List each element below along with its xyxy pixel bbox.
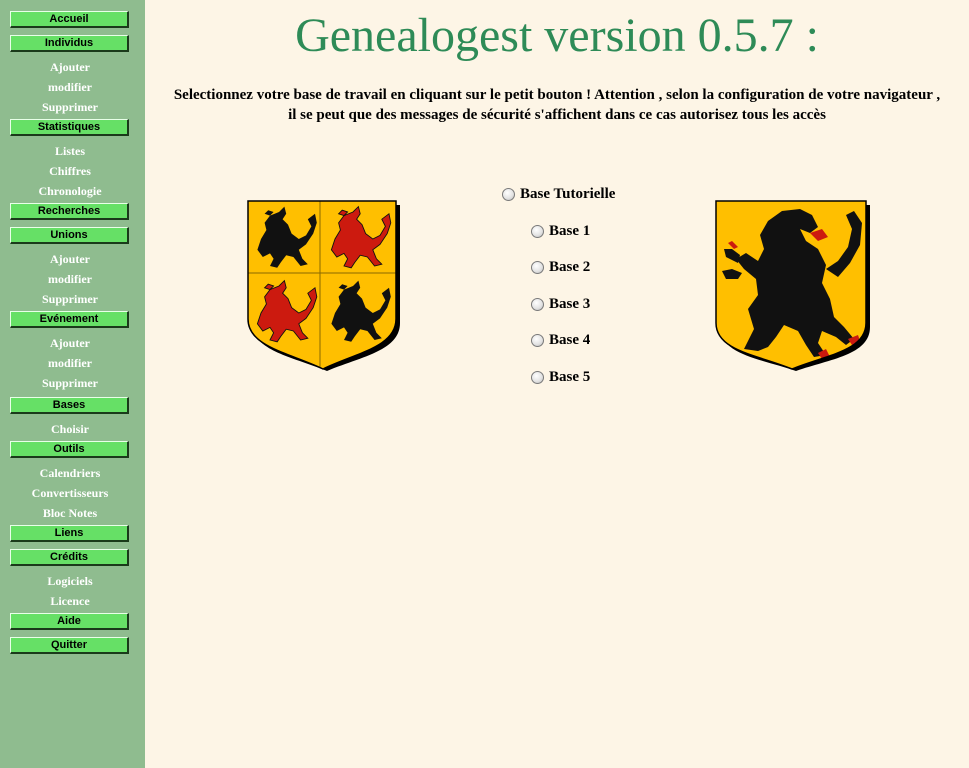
nav-link-listes[interactable]: Listes xyxy=(0,144,140,158)
nav-link-bloc-notes[interactable]: Bloc Notes xyxy=(0,506,140,520)
nav-link-unions-modifier[interactable]: modifier xyxy=(0,272,140,286)
lion-coat-of-arms-icon xyxy=(715,200,870,371)
nav-link-evenement-ajouter[interactable]: Ajouter xyxy=(0,336,140,350)
nav-link-individus-modifier[interactable]: modifier xyxy=(0,80,140,94)
nav-button-quitter[interactable]: Quitter xyxy=(10,637,129,654)
nav-link-unions-supprimer[interactable]: Supprimer xyxy=(0,292,140,306)
nav-link-evenement-supprimer[interactable]: Supprimer xyxy=(0,376,140,390)
base-option-5[interactable]: Base 5 xyxy=(531,369,590,386)
nav-button-individus[interactable]: Individus xyxy=(10,35,129,52)
nav-button-aide[interactable]: Aide xyxy=(10,613,129,630)
page-title: Genealogest version 0.5.7 : xyxy=(295,9,819,62)
base-option-label: Base 5 xyxy=(549,369,591,385)
nav-link-choisir[interactable]: Choisir xyxy=(0,422,140,436)
nav-link-licence[interactable]: Licence xyxy=(0,594,140,608)
base-option-label: Base 2 xyxy=(549,259,591,275)
nav-button-credits[interactable]: Crédits xyxy=(10,549,129,566)
base-option-label: Base Tutorielle xyxy=(520,186,616,202)
nav-link-chiffres[interactable]: Chiffres xyxy=(0,164,140,178)
radio-button-icon[interactable] xyxy=(502,188,515,201)
nav-link-unions-ajouter[interactable]: Ajouter xyxy=(0,252,140,266)
base-option-1[interactable]: Base 1 xyxy=(531,223,590,240)
radio-button-icon[interactable] xyxy=(531,334,544,347)
nav-button-statistiques[interactable]: Statistiques xyxy=(10,119,129,136)
base-option-label: Base 3 xyxy=(549,296,591,312)
nav-link-individus-supprimer[interactable]: Supprimer xyxy=(0,100,140,114)
nav-button-liens[interactable]: Liens xyxy=(10,525,129,542)
nav-link-chronologie[interactable]: Chronologie xyxy=(0,184,140,198)
nav-link-individus-ajouter[interactable]: Ajouter xyxy=(0,60,140,74)
sidebar-nav: Accueil Individus Ajouter modifier Suppr… xyxy=(0,0,145,768)
base-option-label: Base 1 xyxy=(549,223,591,239)
nav-button-accueil[interactable]: Accueil xyxy=(10,11,129,28)
nav-link-evenement-modifier[interactable]: modifier xyxy=(0,356,140,370)
base-option-2[interactable]: Base 2 xyxy=(531,259,590,276)
nav-button-evenement[interactable]: Evénement xyxy=(10,311,129,328)
radio-button-icon[interactable] xyxy=(531,371,544,384)
nav-button-unions[interactable]: Unions xyxy=(10,227,129,244)
nav-link-convertisseurs[interactable]: Convertisseurs xyxy=(0,486,140,500)
base-option-label: Base 4 xyxy=(549,332,591,348)
nav-link-calendriers[interactable]: Calendriers xyxy=(0,466,140,480)
base-option-tutorielle[interactable]: Base Tutorielle xyxy=(502,186,615,203)
radio-button-icon[interactable] xyxy=(531,225,544,238)
radio-button-icon[interactable] xyxy=(531,261,544,274)
nav-button-bases[interactable]: Bases xyxy=(10,397,129,414)
radio-button-icon[interactable] xyxy=(531,298,544,311)
nav-button-outils[interactable]: Outils xyxy=(10,441,129,458)
nav-button-recherches[interactable]: Recherches xyxy=(10,203,129,220)
base-option-3[interactable]: Base 3 xyxy=(531,296,590,313)
base-option-4[interactable]: Base 4 xyxy=(531,332,590,349)
quartered-coat-of-arms-icon xyxy=(247,200,400,371)
nav-link-logiciels[interactable]: Logiciels xyxy=(0,574,140,588)
instruction-notice: Selectionnez votre base de travail en cl… xyxy=(173,87,941,123)
